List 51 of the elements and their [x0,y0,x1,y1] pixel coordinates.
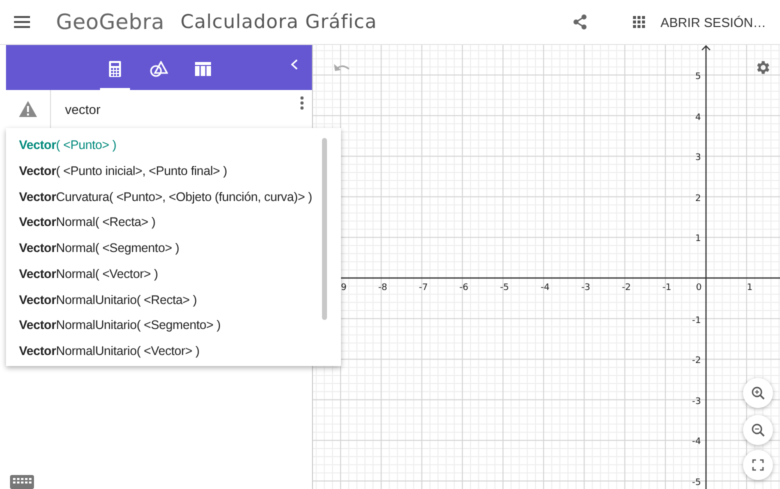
logo: GeoGebra [56,10,164,34]
sign-in-button[interactable]: ABRIR SESIÓN… [660,14,766,30]
table-icon [195,62,211,76]
axis-label: -3 [581,283,590,293]
scrollbar[interactable] [322,138,327,320]
apps-icon[interactable] [632,16,645,28]
fullscreen-button[interactable] [743,450,773,480]
axis-label: -1 [662,283,672,293]
share-icon[interactable] [572,14,587,30]
axis-label: -5 [500,283,509,293]
axis-label: 0 [696,283,702,293]
axis-label: -4 [692,437,701,448]
shapes-icon [150,60,168,76]
suggestion-item[interactable]: VectorNormalUnitario( <Segmento> ) [19,314,341,340]
collapse-icon[interactable] [291,59,298,70]
suggestion-item[interactable]: Vector( <Punto> ) [19,134,341,160]
zoom-in-icon [751,386,765,400]
suggestion-item[interactable]: VectorNormal( <Recta> ) [19,211,341,238]
fullscreen-icon [752,459,764,471]
suggestion-item[interactable]: VectorNormalUnitario( <Recta> ) [19,288,341,314]
axis-label: 1 [746,283,753,293]
axis-label: -5 [692,478,701,488]
suggestion-item[interactable]: VectorNormal( <Vector> ) [19,262,341,289]
more-icon[interactable] [300,96,304,110]
calculator-icon [109,60,121,76]
axis-label: -8 [378,283,388,293]
axis-label: -2 [622,283,631,293]
axis-label: 1 [695,234,701,244]
suggestion-item[interactable]: VectorNormal( <Segmento> ) [19,237,341,263]
axis-label: 9 [340,283,347,293]
axis-label: 5 [695,72,701,82]
suggestion-item[interactable]: VectorCurvatura( <Punto>, <Objeto (función, curva)> ) [19,186,341,212]
menu-icon[interactable] [14,16,30,28]
input-field[interactable]: vector [65,102,300,116]
axis-label: -3 [692,396,701,407]
suggestion-item[interactable]: VectorNormalUnitario( <Vector> ) [19,340,341,366]
axis-label: -7 [418,283,428,293]
axis-label: -1 [692,316,701,326]
axis-label: -4 [540,283,550,293]
keyboard-icon[interactable] [10,475,34,489]
suggestion-item[interactable]: Vector( <Punto inicial>, <Punto final> ) [19,160,341,186]
axis-label: -2 [692,356,701,366]
axis-label: 2 [695,194,701,204]
settings-icon[interactable] [754,59,771,76]
axis-label: 3 [695,153,701,164]
zoom-out-icon [751,423,765,437]
axis-label: -6 [459,283,468,293]
app-title: Calculadora Gráfica [180,11,377,33]
zoom-out-button[interactable] [743,415,773,445]
zoom-in-button[interactable] [743,378,773,408]
axis-label: 4 [695,112,701,123]
